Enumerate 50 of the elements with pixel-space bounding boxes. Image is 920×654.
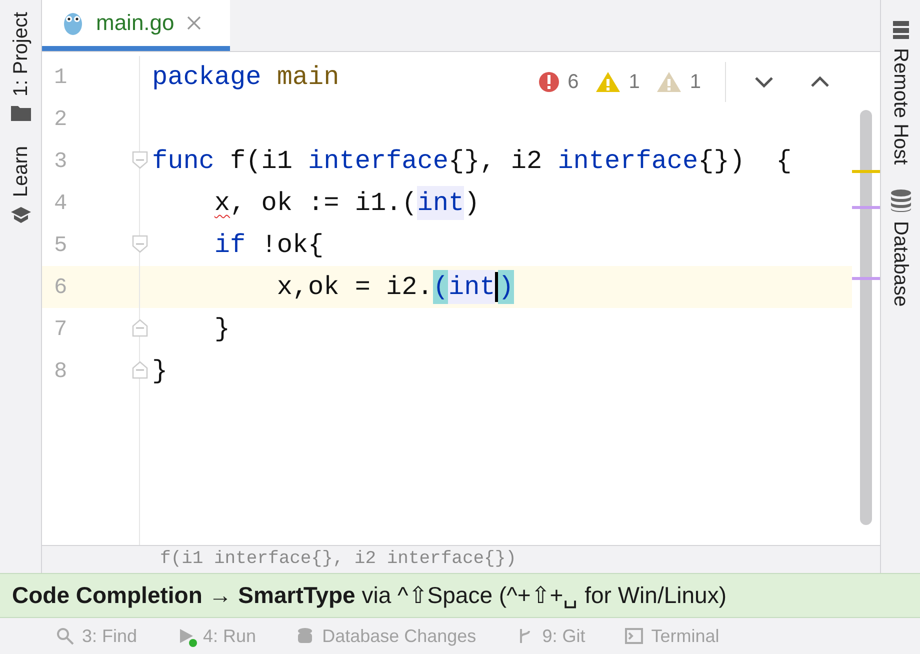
tool-window-tab[interactable]: Remote Host bbox=[886, 48, 916, 165]
tool-window-tab[interactable]: 1: Project bbox=[6, 12, 36, 96]
warning-icon bbox=[656, 71, 682, 93]
scroll-marker[interactable] bbox=[852, 206, 880, 209]
tool-window-tab[interactable]: 4: Run bbox=[203, 622, 256, 650]
tool-window-tab[interactable]: Terminal bbox=[651, 622, 720, 650]
graduation-cap-icon bbox=[10, 206, 32, 224]
code-line: x,ok = i2.(int) bbox=[276, 270, 514, 304]
scroll-marker[interactable] bbox=[852, 170, 880, 173]
terminal-icon bbox=[625, 627, 644, 645]
code-line: package main bbox=[151, 61, 340, 94]
code-line: x, ok := i1.(int) bbox=[213, 186, 480, 220]
fold-marker-icon[interactable] bbox=[132, 235, 148, 253]
line-number: 3 bbox=[42, 140, 140, 182]
problem-count: 6 bbox=[568, 70, 579, 95]
breadcrumb[interactable]: f(i1 interface{}, i2 interface{}) bbox=[42, 545, 880, 573]
fold-marker-icon[interactable] bbox=[132, 151, 148, 169]
tool-window-tab[interactable]: Database Changes bbox=[322, 622, 476, 650]
tip-banner: Code Completion → SmartType via ^⇧Space (^+⇧+␣ for Win/Linux) bbox=[0, 573, 920, 618]
problem-count: 1 bbox=[690, 70, 701, 95]
line-number: 1 bbox=[42, 56, 140, 98]
search-icon bbox=[56, 627, 74, 645]
server-icon bbox=[892, 20, 910, 40]
code-line: if !ok{ bbox=[213, 229, 324, 262]
fold-marker-icon[interactable] bbox=[132, 319, 148, 337]
close-icon[interactable] bbox=[186, 14, 202, 30]
line-number: 2 bbox=[42, 98, 140, 140]
tool-window-tab[interactable]: 3: Find bbox=[82, 622, 138, 650]
warning-icon bbox=[594, 71, 621, 93]
database-icon bbox=[890, 188, 912, 213]
line-number: 4 bbox=[42, 182, 140, 224]
database-icon bbox=[296, 627, 314, 645]
code-line: } bbox=[151, 355, 168, 388]
scrollbar[interactable] bbox=[860, 110, 872, 525]
problem-count: 1 bbox=[628, 70, 640, 95]
line-number: 6 bbox=[42, 266, 140, 308]
play-icon bbox=[177, 627, 196, 645]
line-number: 7 bbox=[42, 308, 140, 350]
chevron-down-icon[interactable] bbox=[754, 76, 774, 88]
folder-icon bbox=[10, 104, 32, 122]
fold-marker-icon[interactable] bbox=[132, 361, 148, 379]
editor-tab[interactable]: main.go bbox=[42, 0, 230, 51]
code-line: } bbox=[213, 313, 230, 346]
code-line: func f(i1 interface{}, i2 interface{}) { bbox=[151, 145, 792, 178]
tool-window-tab[interactable]: Database bbox=[886, 220, 916, 306]
tool-window-tab[interactable]: Learn bbox=[6, 146, 36, 198]
line-number: 8 bbox=[42, 350, 140, 392]
tool-window-tab[interactable]: 9: Git bbox=[542, 622, 586, 650]
scroll-marker[interactable] bbox=[852, 277, 880, 280]
chevron-up-icon[interactable] bbox=[810, 76, 830, 88]
